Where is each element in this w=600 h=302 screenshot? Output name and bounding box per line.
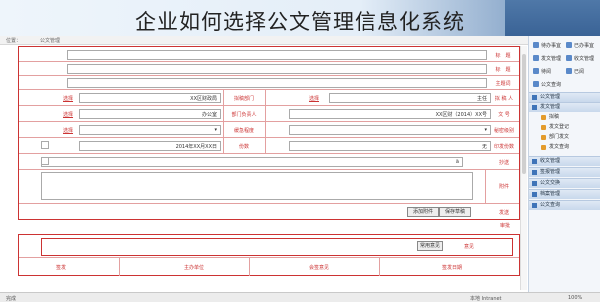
form-row-attachment: 附件 xyxy=(19,169,519,204)
field-label: 印发份数 xyxy=(493,144,514,150)
form-row-print: 无 印发份数 份数 2014年XX月XX日 xyxy=(19,137,519,154)
footer-label-3: 签发日期 xyxy=(441,265,462,271)
opinion-label: 意见 xyxy=(463,244,474,250)
field-label: 文 号 xyxy=(498,112,510,118)
receive-doc-icon xyxy=(566,55,572,61)
quick-receive-doc[interactable]: 收文管理 xyxy=(566,53,599,65)
document-icon xyxy=(541,125,546,130)
location-value: 公文管理 xyxy=(40,38,61,44)
secrecy-select[interactable]: ▾ xyxy=(289,125,491,135)
print-date-input[interactable]: 2014年XX月XX日 xyxy=(79,141,221,151)
send-doc-icon xyxy=(533,55,539,61)
form-row-actions: 添加附件 保存草稿 发送 xyxy=(19,203,519,219)
page-caption: 企业如何选择公文管理信息化系统 xyxy=(135,10,465,34)
sidebar-section-2[interactable]: 收文管理 xyxy=(529,156,600,166)
folder-icon xyxy=(532,192,537,197)
attachment-box[interactable] xyxy=(41,172,473,200)
keywords-input[interactable] xyxy=(67,78,487,88)
form-row-reviewer: 选择 XX区财（2014）XX号 文 号 部门负责人 选择 办公室 xyxy=(19,105,519,122)
todo-icon xyxy=(533,42,539,48)
drafting-unit-input[interactable]: XX区财政局 xyxy=(79,93,221,103)
location-label: 位置： xyxy=(6,38,22,44)
title-input[interactable] xyxy=(67,50,487,60)
folder-icon xyxy=(532,181,537,186)
quick-send-doc[interactable]: 发文管理 xyxy=(533,53,566,65)
search-icon xyxy=(533,81,539,87)
save-draft-button[interactable]: 保存草稿 xyxy=(439,207,471,217)
subtitle-input[interactable] xyxy=(67,64,487,74)
footer-label-2: 会签意见 xyxy=(308,265,329,271)
sidebar-section-1[interactable]: 发文管理 xyxy=(529,102,600,112)
folder-icon xyxy=(532,203,537,208)
sidebar: 待办事宜 已办事宜 发文管理 收文管理 待阅 已阅 公文查询 公文管理 发文管理… xyxy=(528,36,600,292)
vertical-scrollbar[interactable] xyxy=(520,46,527,290)
sidebar-section-6[interactable]: 公文查询 xyxy=(529,200,600,210)
form-row-urgency: ▾ 秘密级别 缓急程度 选择 ▾ xyxy=(19,121,519,138)
field-label: 主题词 xyxy=(495,81,511,87)
scroll-thumb[interactable] xyxy=(522,54,526,174)
footer-label-0: 签发 xyxy=(55,265,66,271)
zoom-level[interactable]: 100% xyxy=(568,295,582,301)
footer-label-1: 主办单位 xyxy=(183,265,204,271)
sidebar-section-3[interactable]: 签报管理 xyxy=(529,167,600,177)
folder-icon xyxy=(532,105,537,110)
field-label: 标 题 xyxy=(495,67,511,73)
sidebar-item-1[interactable]: 发文登记 xyxy=(529,123,600,132)
document-icon xyxy=(541,115,546,120)
section-title: 审批 xyxy=(500,223,511,229)
print-count-input[interactable]: 无 xyxy=(289,141,491,151)
quick-todo[interactable]: 待办事宜 xyxy=(533,40,566,52)
approval-section: 常用意见 意见 签发 主办单位 会签意见 签发日期 xyxy=(18,234,520,276)
folder-icon xyxy=(532,170,537,175)
reviewer-input[interactable]: 办公室 xyxy=(79,109,221,119)
field-label: 部门负责人 xyxy=(231,112,257,118)
folder-icon xyxy=(532,95,537,100)
select-link[interactable]: 选择 xyxy=(63,111,73,118)
field-label: 秘密级别 xyxy=(493,128,514,134)
quick-search[interactable]: 公文查询 xyxy=(533,79,566,91)
sidebar-section-5[interactable]: 档案管理 xyxy=(529,189,600,199)
upload-button[interactable]: 添加附件 xyxy=(407,207,439,217)
field-label: 份数 xyxy=(238,144,249,150)
copy-to-input[interactable]: ä xyxy=(41,157,463,167)
form-row-keywords: 主题词 xyxy=(19,75,519,90)
field-label: 发送 xyxy=(498,210,509,216)
field-label: 标 题 xyxy=(495,53,511,59)
to-read-icon xyxy=(533,68,539,74)
common-opinion-button[interactable]: 常用意见 xyxy=(417,241,443,251)
urgency-select[interactable]: ▾ xyxy=(79,125,221,135)
form-row-drafter: 选择 主任 拟 稿 人 拟稿部门 选择 XX区财政局 xyxy=(19,89,519,106)
field-label: 抄送 xyxy=(498,160,509,166)
done-icon xyxy=(566,42,572,48)
quick-done[interactable]: 已办事宜 xyxy=(566,40,599,52)
add-icon[interactable] xyxy=(41,157,49,165)
sidebar-section-4[interactable]: 公文交换 xyxy=(529,178,600,188)
field-label: 缓急程度 xyxy=(233,128,254,134)
folder-icon xyxy=(532,159,537,164)
drafter-input[interactable]: 主任 xyxy=(329,93,491,103)
field-label: 拟稿部门 xyxy=(233,96,254,102)
sidebar-item-2[interactable]: 部门发文 xyxy=(529,133,600,142)
select-link[interactable]: 选择 xyxy=(63,95,73,102)
field-label: 拟 稿 人 xyxy=(494,96,514,102)
form-row-title2: 标 题 xyxy=(19,61,519,76)
sidebar-section-0[interactable]: 公文管理 xyxy=(529,92,600,102)
doc-number-input[interactable]: XX区财（2014）XX号 xyxy=(289,109,491,119)
calendar-icon[interactable] xyxy=(41,141,49,149)
approval-footer: 签发 主办单位 会签意见 签发日期 xyxy=(19,257,519,276)
read-icon xyxy=(566,68,572,74)
document-icon xyxy=(541,145,546,150)
select-link[interactable]: 选择 xyxy=(309,95,319,102)
select-link[interactable]: 选择 xyxy=(63,127,73,134)
form-row-send: 抄送 ä xyxy=(19,153,519,170)
document-icon xyxy=(541,135,546,140)
form-row-title: 标 题 xyxy=(19,47,519,62)
location-bar: 位置： 公文管理 xyxy=(0,36,528,45)
quick-to-read[interactable]: 待阅 xyxy=(533,66,566,78)
quick-read[interactable]: 已阅 xyxy=(566,66,599,78)
sidebar-item-3[interactable]: 发文查询 xyxy=(529,143,600,152)
document-form: 标 题 标 题 主题词 选择 主任 拟 稿 人 拟稿部门 选择 XX区财政局 选… xyxy=(18,46,520,220)
field-label: 附件 xyxy=(498,184,509,190)
sidebar-item-0[interactable]: 拟稿 xyxy=(529,113,600,122)
